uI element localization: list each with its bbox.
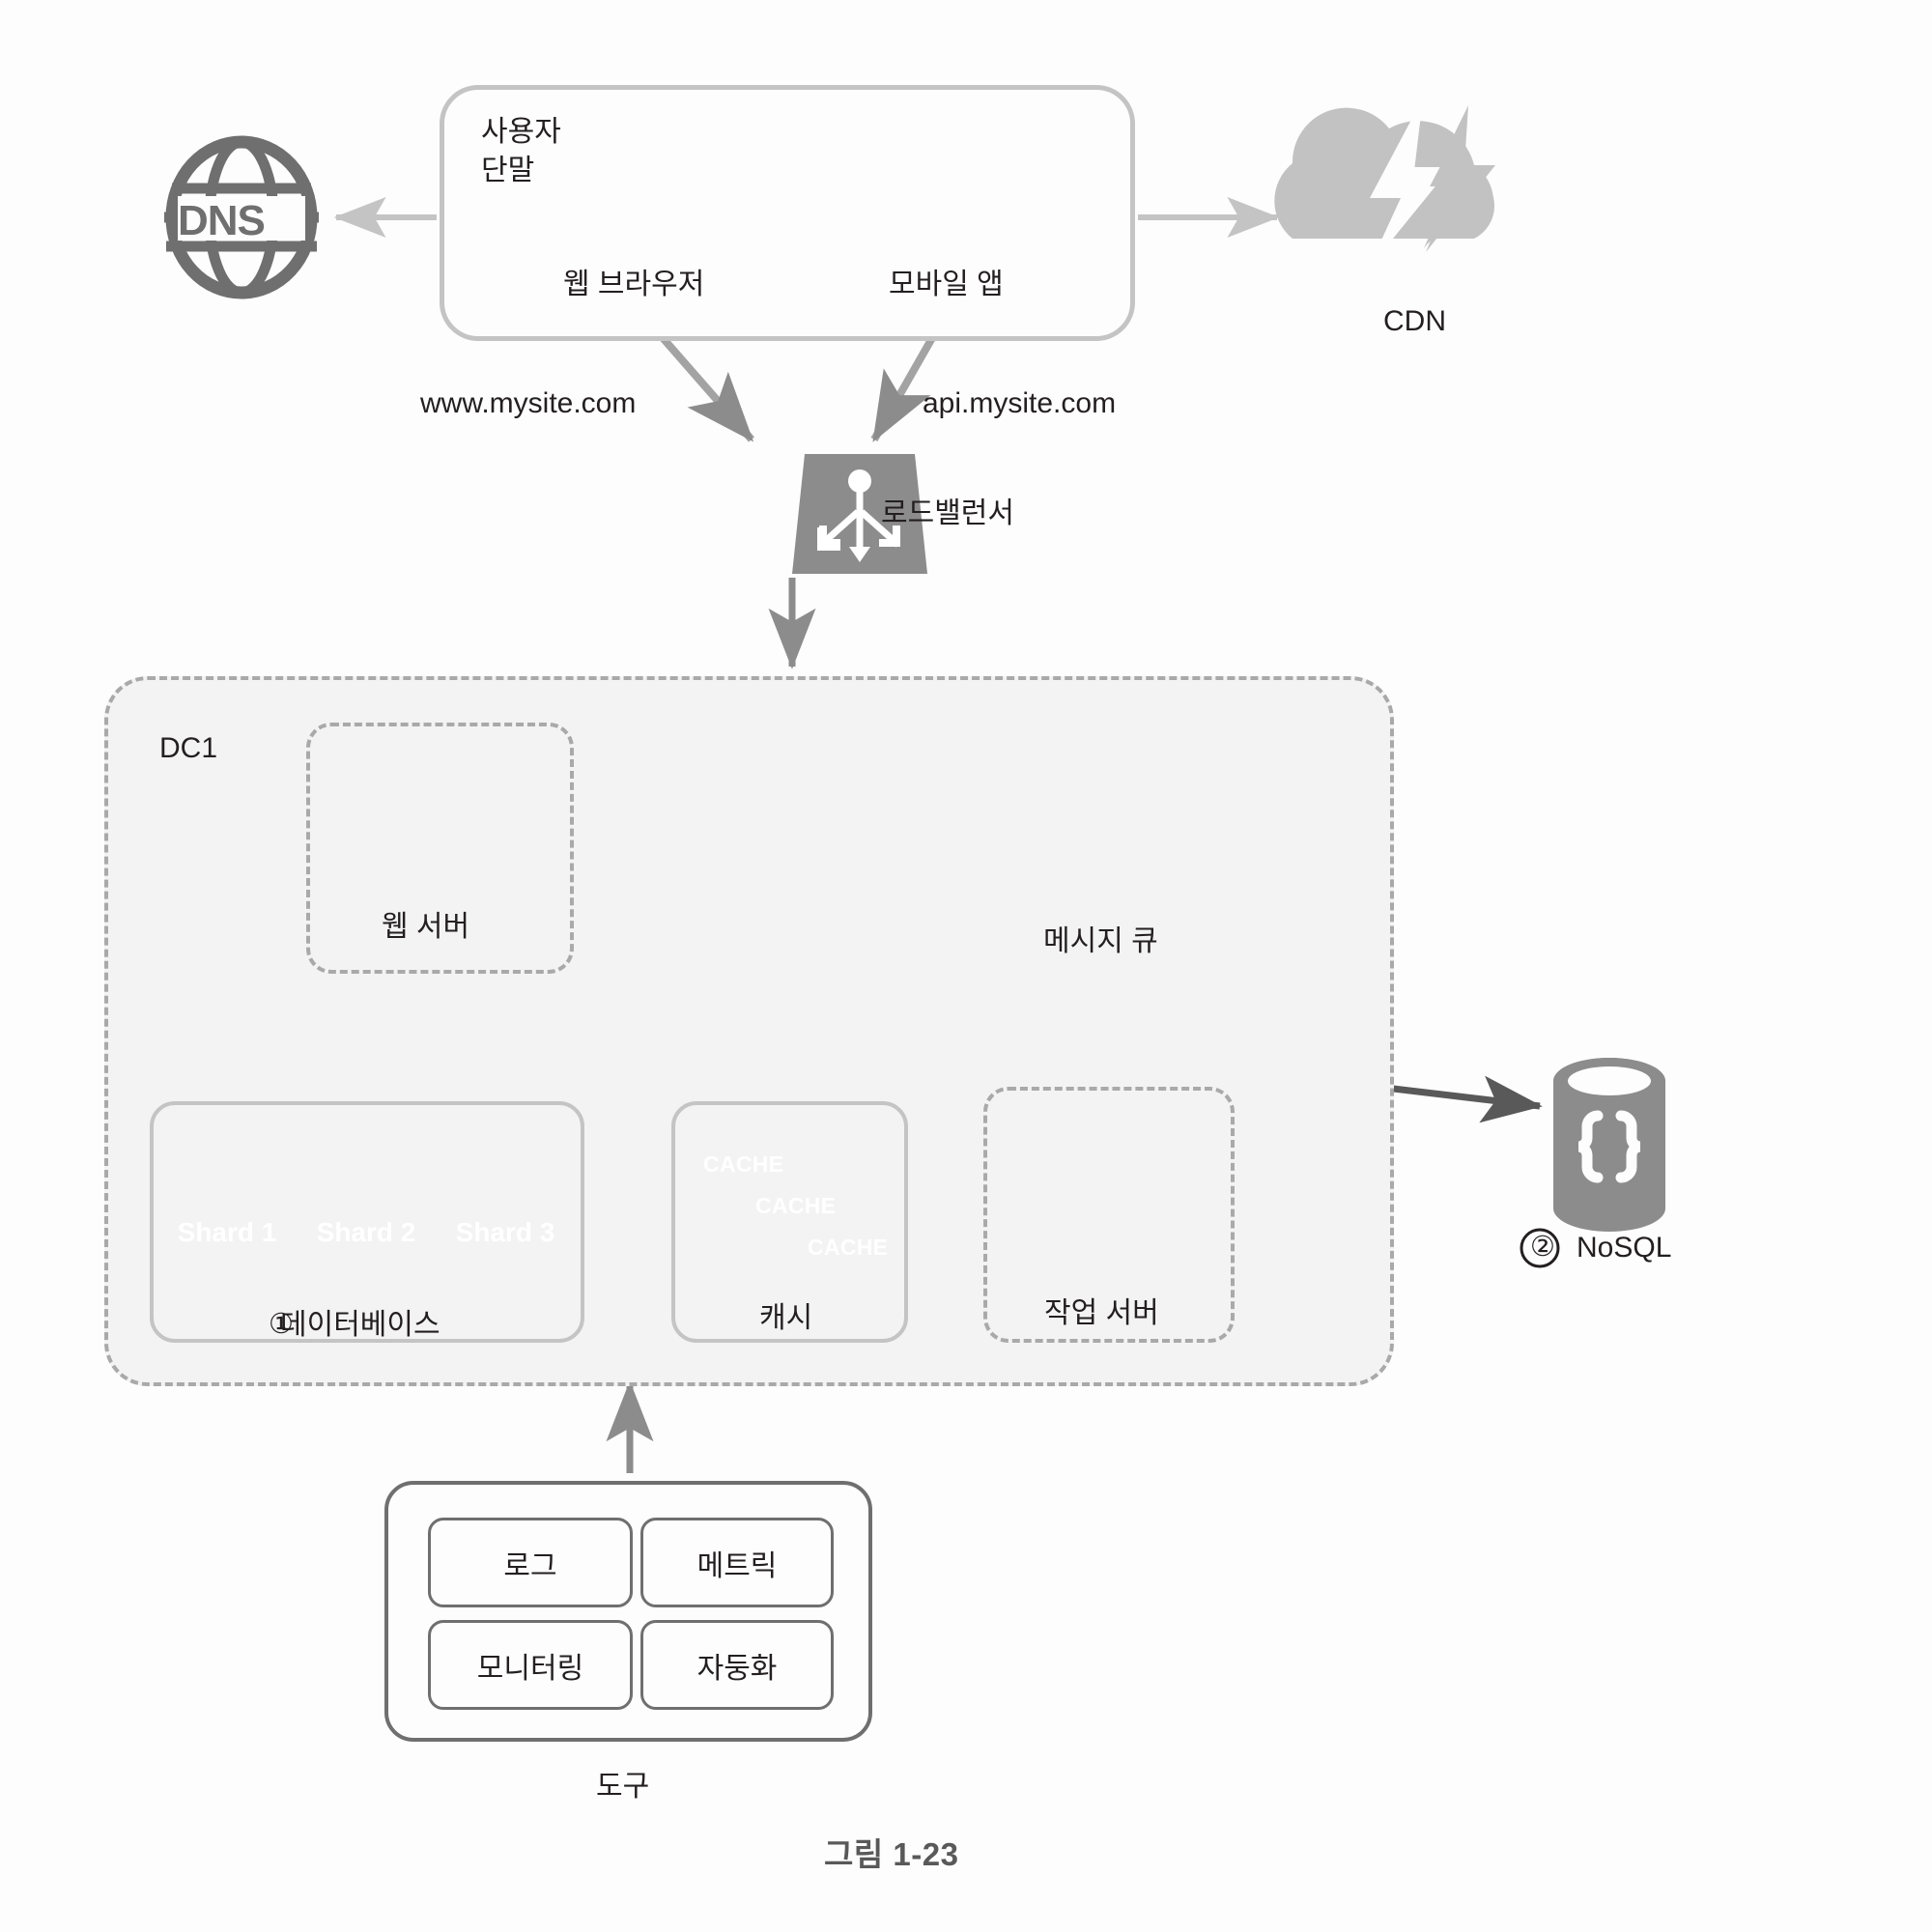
database-label: 데이터베이스 [280, 1309, 440, 1341]
load-balancer-label: 로드밸런서 [881, 497, 1014, 529]
cache-chip-1: CACHE [703, 1151, 784, 1177]
tool-item-metric[interactable]: 메트릭 [640, 1518, 834, 1607]
tool-item-log[interactable]: 로그 [428, 1518, 633, 1607]
message-queue-label: 메시지 큐 [1043, 925, 1158, 957]
diagram-canvas: 로그 메트릭 모니터링 자둥화 사용자 단말 웹 브라우저 모바일 앱 CDN … [0, 0, 1932, 1932]
cloud-lightning-icon [1274, 103, 1495, 270]
web-browser-label: 웹 브라우저 [563, 269, 705, 300]
tool-item-automation[interactable]: 자둥화 [640, 1620, 834, 1710]
worker-server-label: 작업 서버 [1044, 1297, 1159, 1329]
mobile-app-label: 모바일 앱 [889, 269, 1004, 300]
nosql-marker: ② [1530, 1232, 1555, 1263]
dns-label: DNS [178, 197, 266, 244]
shard-label-2: Shard 2 [316, 1217, 416, 1247]
database-braces-icon [1553, 1058, 1665, 1232]
datacenter-label: DC1 [159, 732, 218, 764]
shard-label-3: Shard 3 [455, 1217, 555, 1247]
tools-label: 도구 [596, 1771, 650, 1803]
cache-chip-3: CACHE [808, 1235, 889, 1260]
edge-label-www-domain: www.mysite.com [420, 387, 637, 419]
nosql-label: NoSQL [1577, 1232, 1672, 1264]
web-server-label: 웹 서버 [382, 911, 470, 943]
figure-caption: 그림 1-23 [824, 1836, 959, 1872]
client-box-title: 사용자 단말 [481, 116, 561, 186]
edge-label-api-domain: api.mysite.com [923, 387, 1117, 419]
cache-chip-2: CACHE [755, 1193, 837, 1218]
tool-item-monitoring[interactable]: 모니터링 [428, 1620, 633, 1710]
cache-label: 캐시 [759, 1302, 813, 1334]
shard-label-1: Shard 1 [177, 1217, 277, 1247]
cdn-label: CDN [1383, 305, 1446, 337]
